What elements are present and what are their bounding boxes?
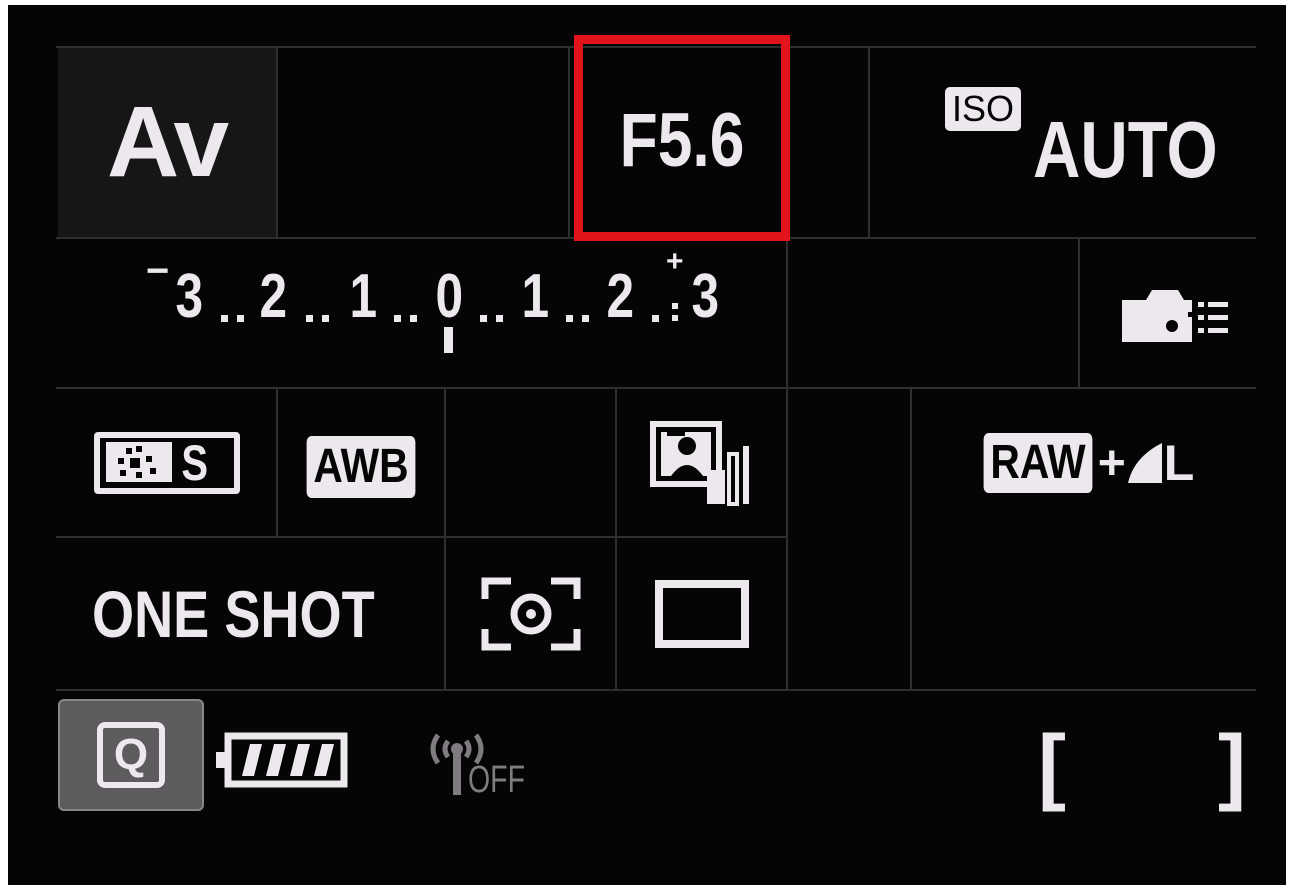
drive-mode-cell[interactable]: [617, 538, 786, 689]
image-quality-cell[interactable]: RAW + L: [912, 389, 1256, 539]
jpeg-fine-icon: [1127, 443, 1162, 483]
battery-level-bar: [266, 744, 286, 776]
aperture-cell[interactable]: F5.6: [574, 35, 790, 241]
shots-remaining-close-bracket: ]: [1218, 718, 1246, 812]
exposure-level-indicator: [444, 327, 453, 353]
battery-indicator: [212, 725, 352, 795]
evaluative-metering-icon: [481, 577, 580, 650]
shots-remaining-open-bracket: [: [1038, 718, 1066, 812]
empty-setting-cell: [446, 389, 615, 536]
picture-style-label: S: [181, 434, 209, 491]
auto-lighting-optimizer-icon: [649, 420, 749, 506]
auto-lighting-optimizer-cell[interactable]: [617, 389, 786, 536]
grid-line: [56, 689, 1256, 691]
shooting-mode-cell[interactable]: Av: [58, 48, 276, 237]
shooting-mode-label: Av: [106, 86, 229, 198]
battery-level-bar: [314, 744, 334, 776]
single-shot-icon: [654, 579, 749, 648]
metering-mode-cell[interactable]: [446, 538, 615, 689]
aperture-value: F5.6: [619, 97, 745, 183]
raw-badge: RAW: [983, 433, 1093, 493]
iso-value: AUTO: [1033, 104, 1218, 194]
battery-icon: [216, 732, 348, 788]
picture-style-icon: [106, 441, 172, 482]
quick-control-label: Q: [97, 722, 165, 788]
af-operation-label: ONE SHOT: [92, 576, 375, 651]
grid-line: [786, 237, 788, 689]
white-balance-label: AWB: [306, 435, 416, 498]
wireless-status: OFF: [422, 725, 562, 805]
picture-style-cell[interactable]: S: [58, 389, 276, 536]
exposure-compensation-scale[interactable]: − 3 2 1 0 1 2 + 3: [58, 239, 786, 387]
grid-line: [568, 46, 570, 238]
wireless-status-label: OFF: [468, 759, 525, 801]
quick-control-button[interactable]: Q: [58, 699, 204, 811]
white-balance-cell[interactable]: AWB: [278, 389, 444, 536]
jpeg-size-label: L: [1163, 435, 1195, 491]
exposure-scale-dots: [221, 303, 678, 322]
camera-quick-control-screen: Av F5.6 ISO AUTO − 3 2 1 0 1 2 + 3 S AWB…: [8, 5, 1286, 885]
camera-menu-icon: [1122, 290, 1228, 342]
custom-controls-cell[interactable]: [1080, 239, 1256, 387]
battery-level-bar: [290, 744, 310, 776]
picture-style-badge: S: [94, 431, 240, 494]
image-quality-display: RAW + L: [974, 433, 1195, 493]
grid-line: [276, 46, 278, 238]
quality-plus-sign: +: [1097, 436, 1126, 490]
battery-level-bar: [242, 744, 262, 776]
iso-cell[interactable]: ISO AUTO: [870, 48, 1256, 237]
af-operation-cell[interactable]: ONE SHOT: [58, 538, 444, 689]
iso-badge: ISO: [945, 86, 1022, 131]
